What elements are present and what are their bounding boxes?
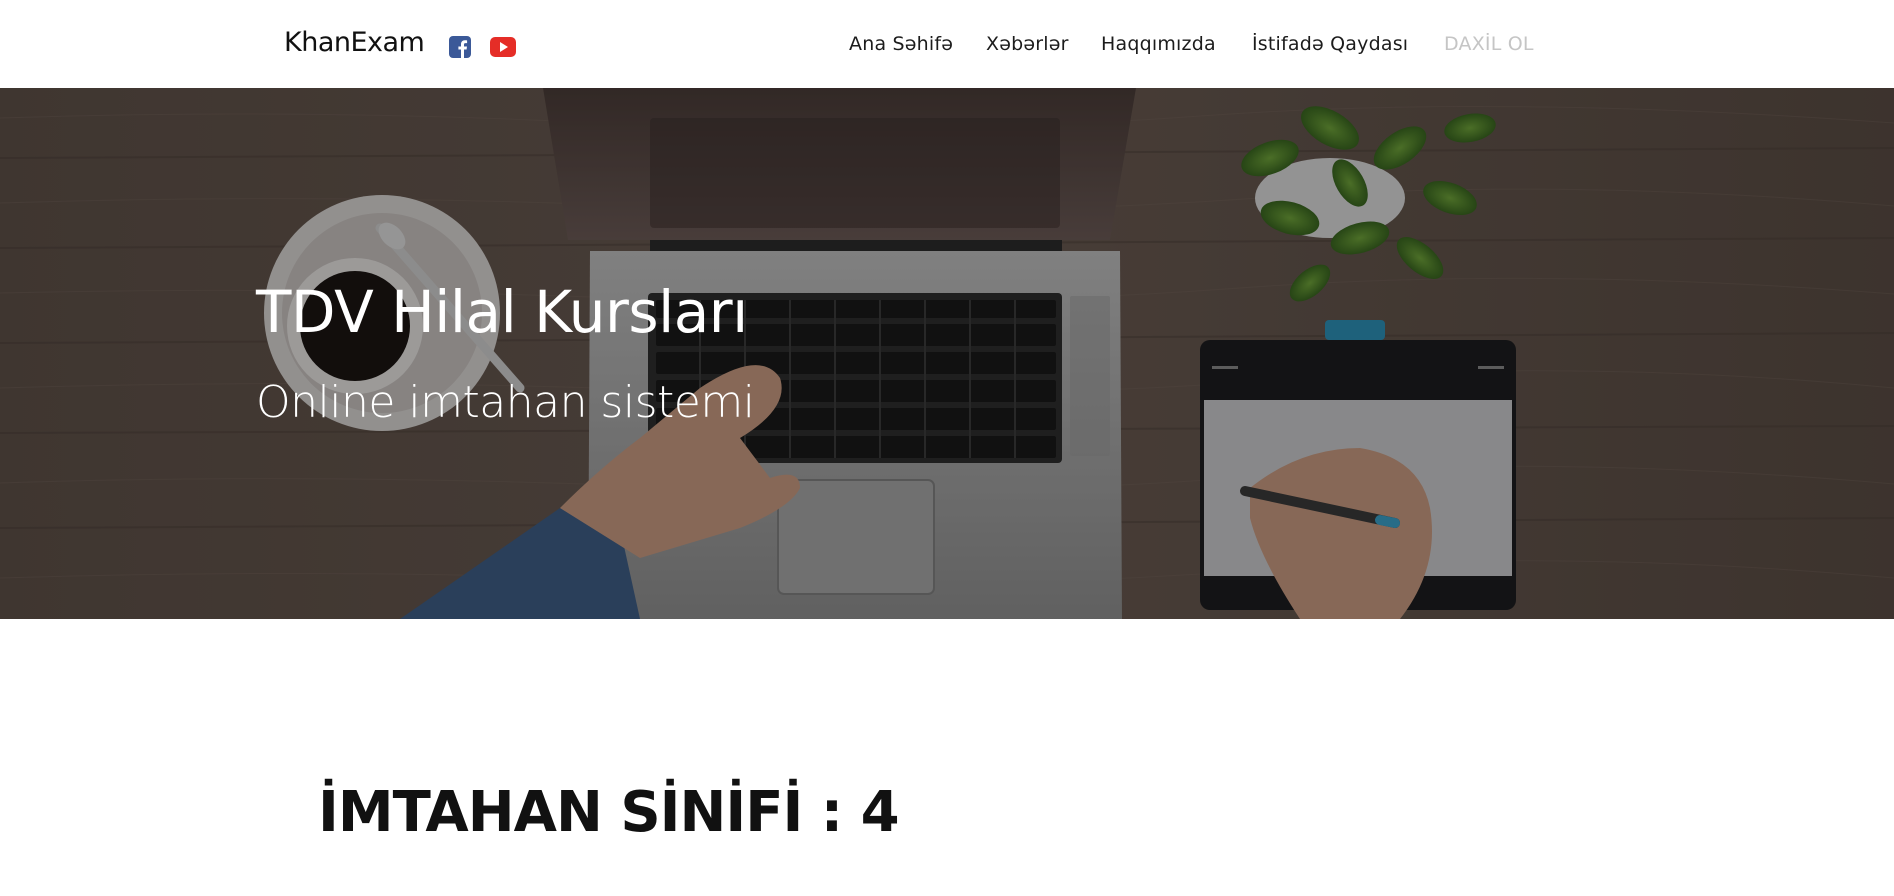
hero-title: TDV Hilal Kursları <box>256 278 748 346</box>
nav-news[interactable]: Xəbərlər <box>986 33 1069 55</box>
hero-background-image <box>0 88 1894 619</box>
hero-banner: TDV Hilal Kursları Online imtahan sistem… <box>0 88 1894 619</box>
nav-home[interactable]: Ana Səhifə <box>849 33 953 55</box>
hero-subtitle: Online imtahan sistemi <box>256 377 755 428</box>
nav-login[interactable]: DAXİL OL <box>1444 33 1534 55</box>
nav-about[interactable]: Haqqımızda <box>1101 33 1216 55</box>
exam-class-heading: İMTAHAN SİNİFİ : 4 <box>318 780 900 845</box>
site-header: KhanExam Ana Səhifə Xəbərlər Haqqımızda … <box>0 0 1894 88</box>
brand-logo[interactable]: KhanExam <box>284 27 425 58</box>
facebook-icon[interactable] <box>449 36 471 58</box>
nav-usage-rules[interactable]: İstifadə Qaydası <box>1252 33 1408 55</box>
youtube-icon[interactable] <box>490 37 516 59</box>
